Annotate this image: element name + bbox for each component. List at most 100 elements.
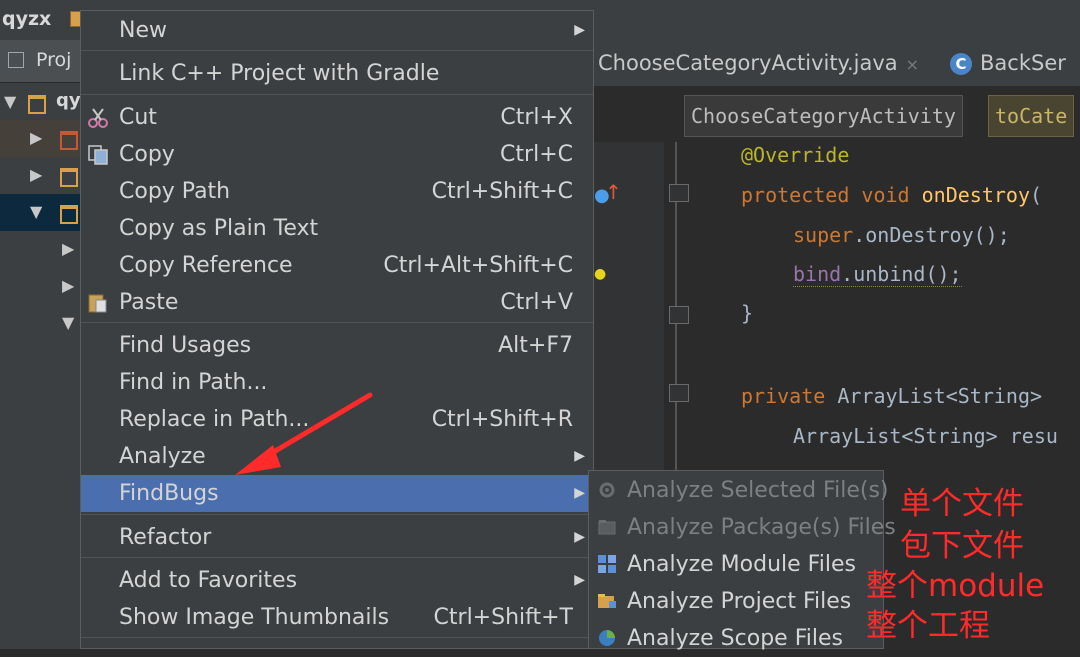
annotation-label: 整个module: [866, 568, 1045, 604]
menu-item-label: Analyze: [119, 444, 206, 469]
tree-row-selected[interactable]: ▼: [0, 194, 80, 231]
menu-item-shortcut: Alt+F7: [498, 333, 573, 358]
menu-item-copy-plain-text[interactable]: Copy as Plain Text: [81, 210, 593, 247]
submenu-item-analyze-project-files[interactable]: Analyze Project Files: [589, 583, 883, 620]
close-icon[interactable]: ×: [906, 55, 919, 74]
breadcrumb-method[interactable]: toCate: [988, 95, 1075, 137]
project-breadcrumb[interactable]: qyzx: [2, 8, 51, 30]
folder-icon: [60, 131, 78, 150]
menu-item-label: Copy as Plain Text: [119, 216, 319, 241]
submenu-item-label: Analyze Project Files: [627, 589, 852, 614]
code-line: protected void onDestroy(: [741, 183, 1043, 207]
menu-item-findbugs[interactable]: FindBugs ▶: [81, 475, 593, 512]
breadcrumb-class[interactable]: ChooseCategoryActivity: [684, 95, 963, 137]
menu-item-link-cpp-project[interactable]: Link C++ Project with Gradle: [81, 55, 593, 92]
context-menu: New ▶ Link C++ Project with Gradle Cut C…: [80, 10, 594, 649]
folder-icon: [60, 168, 78, 187]
submenu-arrow-icon: ▶: [574, 485, 585, 501]
menu-item-new[interactable]: New ▶: [81, 12, 593, 49]
menu-item-cut[interactable]: Cut Ctrl+X: [81, 99, 593, 136]
fold-marker-icon[interactable]: [669, 384, 689, 402]
submenu-arrow-icon: ▶: [574, 529, 585, 545]
menu-item-copy-reference[interactable]: Copy Reference Ctrl+Alt+Shift+C: [81, 247, 593, 284]
tree-row[interactable]: ▶: [0, 268, 80, 305]
menu-item-label: Cut: [119, 105, 157, 130]
arrow-up-icon: ↑: [605, 180, 622, 204]
tree-row[interactable]: ▶: [0, 231, 80, 268]
menu-item-refactor[interactable]: Refactor ▶: [81, 519, 593, 556]
submenu-item-analyze-package-files[interactable]: Analyze Package(s) Files: [589, 509, 896, 546]
menu-separator: [81, 514, 593, 515]
menu-item-shortcut: Ctrl+X: [500, 105, 573, 130]
project-icon: [8, 52, 24, 68]
fold-marker-icon[interactable]: [669, 184, 689, 202]
lightbulb-icon[interactable]: ●: [594, 266, 606, 282]
submenu-item-analyze-module-files[interactable]: Analyze Module Files: [589, 546, 883, 583]
menu-item-label: Find Usages: [119, 333, 252, 358]
submenu-item-label: Analyze Package(s) Files: [627, 515, 896, 540]
menu-item-label: Paste: [119, 290, 179, 315]
editor-breadcrumb-bar: ChooseCategoryActivity toCate: [594, 87, 1080, 143]
project-panel-header[interactable]: Proj: [0, 40, 80, 83]
submenu-arrow-icon: ▶: [574, 572, 585, 588]
menu-item-show-image-thumbnails[interactable]: Show Image Thumbnails Ctrl+Shift+T: [81, 599, 593, 636]
submenu-arrow-icon: ▶: [574, 448, 585, 464]
submenu-item-analyze-scope-files[interactable]: Analyze Scope Files: [589, 620, 883, 657]
chevron-right-icon[interactable]: ▶: [30, 128, 42, 147]
chevron-down-icon[interactable]: ▼: [30, 202, 42, 221]
package-icon: [598, 520, 616, 535]
menu-item-shortcut: Ctrl+Shift+C: [431, 179, 573, 204]
menu-item-label: Show Image Thumbnails: [119, 605, 390, 630]
project-panel-title: Proj: [36, 49, 72, 71]
chevron-down-icon[interactable]: ▼: [62, 313, 74, 332]
menu-item-label: Refactor: [119, 525, 212, 550]
menu-item-label: Link C++ Project with Gradle: [119, 61, 440, 86]
menu-item-label: Add to Favorites: [119, 568, 298, 593]
menu-item-label: FindBugs: [119, 481, 219, 506]
chevron-right-icon[interactable]: ▶: [62, 239, 74, 258]
menu-item-shortcut: Ctrl+C: [500, 142, 573, 167]
menu-item-copy[interactable]: Copy Ctrl+C: [81, 136, 593, 173]
menu-separator: [81, 557, 593, 558]
paste-icon: [88, 294, 107, 313]
submenu-item-analyze-selected-files[interactable]: Analyze Selected File(s): [589, 472, 889, 509]
menu-item-paste[interactable]: Paste Ctrl+V: [81, 284, 593, 321]
code-line: @Override: [741, 143, 850, 167]
tree-row-root[interactable]: ▼ qy: [0, 84, 81, 121]
menu-item-shortcut: Ctrl+V: [500, 290, 573, 315]
editor-tabs: ChooseCategoryActivity.java × C BackSer: [594, 40, 1080, 87]
submenu-item-label: Analyze Module Files: [627, 552, 856, 577]
chevron-right-icon[interactable]: ▶: [62, 276, 74, 295]
submenu-arrow-icon: ▶: [574, 22, 585, 38]
menu-item-copy-path[interactable]: Copy Path Ctrl+Shift+C: [81, 173, 593, 210]
chevron-right-icon[interactable]: ▶: [30, 165, 42, 184]
findbugs-submenu: Analyze Selected File(s) Analyze Package…: [588, 470, 896, 651]
menu-item-label: Copy Reference: [119, 253, 293, 278]
tree-row[interactable]: ▼: [0, 305, 80, 342]
annotation-label: 单个文件: [900, 486, 1024, 522]
submenu-item-label: Analyze Selected File(s): [627, 478, 889, 503]
code-line: bind.unbind();: [793, 262, 962, 287]
menu-item-shortcut: Ctrl+Alt+Shift+C: [383, 253, 573, 278]
code-line: super.onDestroy();: [793, 223, 1010, 247]
copy-icon: [88, 145, 108, 165]
tab-choose-category-activity[interactable]: ChooseCategoryActivity.java ×: [598, 40, 919, 86]
tree-root-label: qy: [56, 90, 81, 111]
menu-separator: [81, 322, 593, 323]
tab-back-service[interactable]: C BackSer: [950, 40, 1066, 86]
code-line: }: [741, 301, 754, 325]
tree-row[interactable]: ▶: [0, 120, 80, 157]
menu-separator: [81, 637, 593, 638]
analyze-file-icon: [599, 482, 615, 498]
menu-item-find-usages[interactable]: Find Usages Alt+F7: [81, 327, 593, 364]
menu-item-label: New: [119, 18, 167, 43]
tree-row[interactable]: ▶: [0, 157, 80, 194]
menu-separator: [81, 94, 593, 95]
menu-item-add-to-favorites[interactable]: Add to Favorites ▶: [81, 562, 593, 599]
fold-marker-icon[interactable]: [669, 306, 689, 324]
chevron-down-icon[interactable]: ▼: [4, 92, 16, 111]
scope-icon: [599, 630, 615, 646]
menu-item-shortcut: Ctrl+Shift+T: [433, 605, 573, 630]
module-icon: [598, 555, 616, 573]
project-folder-icon: [598, 594, 616, 608]
